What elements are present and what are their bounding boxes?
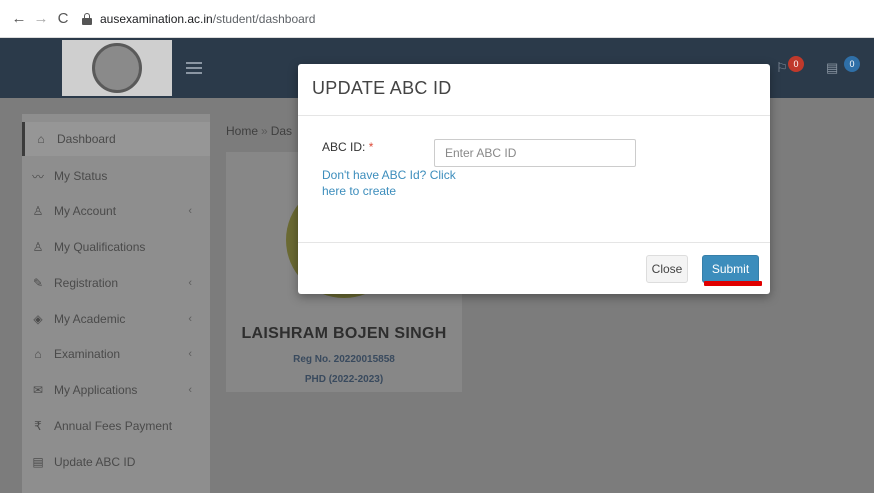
url-domain: ausexamination.ac.in [100,11,213,26]
chevron-left-icon: ‹ [188,384,192,396]
sidebar-item-label: My Qualifications [54,240,146,254]
sidebar-item-annual-fees-payment[interactable]: ₹ Annual Fees Payment [22,409,210,443]
breadcrumb-current: Das [270,124,293,138]
sidebar-item-label: Registration [54,276,119,290]
abc-id-input[interactable] [434,139,636,167]
breadcrumb-separator: » [261,124,268,138]
student-name: LAISHRAM BOJEN SINGH [241,325,447,342]
breadcrumb-home[interactable]: Home [226,124,258,138]
sidebar-item-examination[interactable]: ⌂ Examination ‹ [22,337,210,371]
abc-id-label: ABC ID: * [322,140,373,154]
registration-number: Reg No. 20220015858 [293,354,395,365]
sidebar-item-label: My Applications [54,383,138,397]
sidebar-item-my-applications[interactable]: ✉ My Applications ‹ [22,373,210,407]
sidebar-item-label: Update ABC ID [54,455,136,469]
chevron-left-icon: ‹ [188,313,192,325]
university-logo[interactable] [62,40,172,96]
university-seal-icon [92,43,142,93]
modal-title: UPDATE ABC ID [312,78,452,98]
sidebar-item-label: Annual Fees Payment [54,419,173,433]
sidebar-item-label: My Academic [54,312,126,326]
sidebar-item-registration[interactable]: ✎ Registration ‹ [22,266,210,300]
notification-badge: 0 [788,56,804,72]
hamburger-menu-icon[interactable] [186,62,202,74]
chevron-left-icon: ‹ [188,348,192,360]
program-session: PHD (2022-2023) [304,374,384,385]
back-arrow-icon[interactable]: ← [8,8,30,30]
layers-icon: ◈ [33,312,43,326]
forward-arrow-icon[interactable]: → [30,8,52,30]
graduation-cap-icon: ⌂ [34,347,42,361]
book-icon: ▤ [32,455,44,469]
create-abc-id-link[interactable]: Don't have ABC Id? Click here to create [322,167,482,199]
reload-icon[interactable]: C [52,8,74,30]
calendar-icon[interactable]: ▤ [826,60,842,76]
home-icon: ⌂ [37,132,45,146]
sidebar-item-dashboard[interactable]: ⌂ Dashboard [22,122,210,156]
user-icon: ♙ [32,204,44,218]
update-abc-id-modal: UPDATE ABC ID ABC ID: * Don't have ABC I… [298,64,770,294]
sidebar-item-my-status[interactable]: 〰 My Status [22,159,210,193]
sidebar-item-label: Examination [54,347,121,361]
sidebar: ⌂ Dashboard 〰 My Status ♙ My Account ‹ ♙… [22,114,210,493]
lock-icon [82,12,92,25]
browser-toolbar: ← → C ausexamination.ac.in/student/dashb… [0,0,874,38]
address-bar[interactable]: ausexamination.ac.in/student/dashboard [82,6,315,32]
modal-footer [298,242,770,294]
sidebar-item-my-qualifications[interactable]: ♙ My Qualifications [22,230,210,264]
breadcrumb: Home» Das [226,124,292,138]
chevron-left-icon: ‹ [188,277,192,289]
sidebar-item-label: My Status [54,169,108,183]
sidebar-item-update-abc-id[interactable]: ▤ Update ABC ID [22,445,210,479]
sidebar-item-my-academic[interactable]: ◈ My Academic ‹ [22,302,210,336]
modal-header: UPDATE ABC ID [298,64,770,116]
required-marker: * [368,140,374,154]
close-button[interactable]: Close [646,255,688,283]
abc-id-label-text: ABC ID: [322,140,366,154]
edit-icon: ✎ [32,276,44,290]
activity-icon: 〰 [31,169,44,184]
red-underline-annotation [704,281,762,286]
users-icon: ♙ [32,240,44,254]
sidebar-item-label: My Account [54,204,117,218]
url-path: /student/dashboard [212,11,316,26]
sidebar-item-label: Dashboard [57,132,116,146]
submit-button[interactable]: Submit [702,255,759,283]
task-badge: 0 [844,56,860,72]
chevron-left-icon: ‹ [188,205,192,217]
envelope-icon: ✉ [32,383,44,397]
sidebar-item-my-account[interactable]: ♙ My Account ‹ [22,194,210,228]
rupee-icon: ₹ [34,419,42,433]
